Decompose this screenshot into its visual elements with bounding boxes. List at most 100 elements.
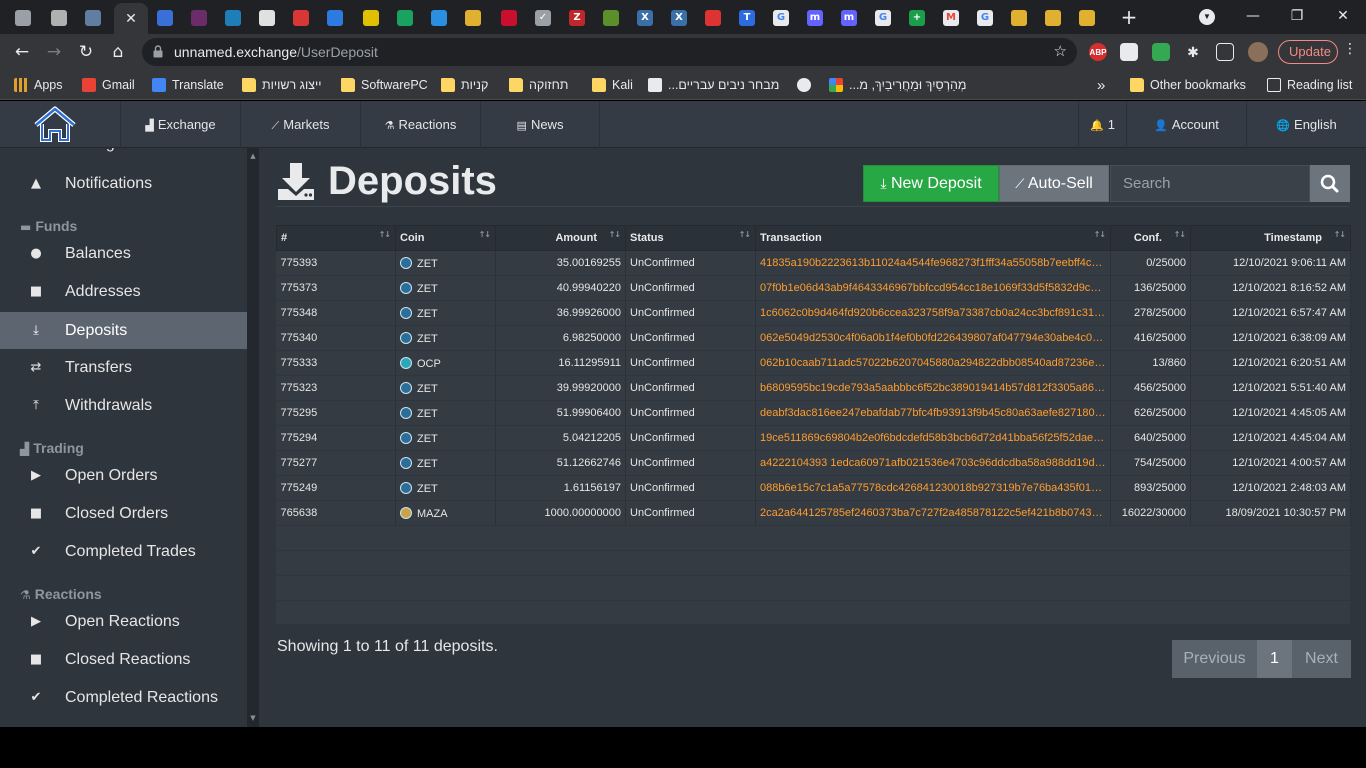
browser-tab[interactable] [1006, 5, 1032, 31]
update-button[interactable]: Update [1278, 40, 1338, 64]
table-row[interactable]: 775373 ZET 40.99940220 UnConfirmed 07f0b1e06… [276, 275, 1351, 301]
sidebar-item-completed-reactions[interactable]: ✔ Completed Reactions [0, 679, 247, 716]
sidebar-item-notifications[interactable]: ▲ Notifications [0, 165, 247, 202]
forward-icon[interactable]: → [42, 40, 66, 64]
bookmark-grid[interactable]: ...מְהַרְסַיִךְ וּמַחֲרִיבַיִךְ, מ [829, 76, 967, 94]
reload-icon[interactable]: ↻ [74, 40, 98, 64]
table-row[interactable]: 775323 ZET 39.99920000 UnConfirmed b6809595b… [276, 375, 1351, 401]
mail-check-icon[interactable] [1152, 43, 1170, 61]
sidebar-item-open-reactions[interactable]: ▶ Open Reactions [0, 603, 247, 640]
browser-tab[interactable]: Z [564, 5, 590, 31]
nav-account[interactable]: 👤 Account [1126, 101, 1246, 148]
browser-tab[interactable]: M [938, 5, 964, 31]
tab-search-icon[interactable]: ▼ [1199, 9, 1215, 25]
sidebar-scrollbar[interactable]: ▲ ▼ [247, 148, 259, 727]
sidebar-item-addresses[interactable]: ■ Addresses [0, 273, 247, 310]
sidebar-item-withdrawals[interactable]: ⤒ Withdrawals [0, 387, 247, 424]
browser-tab[interactable] [460, 5, 486, 31]
profile-avatar[interactable] [1248, 42, 1268, 62]
browser-tab[interactable]: ✕ [114, 3, 148, 34]
table-row[interactable]: 775294 ZET 5.04212205 UnConfirmed 19ce511869… [276, 425, 1351, 451]
browser-tab[interactable] [598, 5, 624, 31]
table-row[interactable]: 775348 ZET 36.99926000 UnConfirmed 1c6062c0b… [276, 300, 1351, 326]
cell-transaction-link[interactable]: 088b6e15c7c1a5a77578cdc426841230018b9273… [755, 475, 1111, 501]
sidebar-item-settings[interactable]: ⚙Settings [0, 148, 247, 158]
maximize-button[interactable]: ❐ [1274, 4, 1320, 28]
browser-tab[interactable] [358, 5, 384, 31]
bookmark-folder-4[interactable]: תחזוקה [509, 76, 568, 94]
col-id[interactable]: # ↑↓ [276, 225, 396, 251]
home-icon[interactable]: ⌂ [106, 40, 130, 64]
cell-transaction-link[interactable]: 062b10caab711adc57022b6207045880a294822d… [755, 350, 1111, 376]
pager-next[interactable]: Next [1292, 640, 1351, 678]
browser-tab[interactable] [392, 5, 418, 31]
browser-tab[interactable] [152, 5, 178, 31]
browser-tab[interactable]: m [836, 5, 862, 31]
browser-tab[interactable]: X [666, 5, 692, 31]
bookmark-folder-softwarepc[interactable]: SoftwarePC [341, 76, 428, 94]
home-logo-icon[interactable] [30, 105, 80, 145]
nav-reactions[interactable]: ⚗ Reactions [360, 101, 480, 148]
sidebar-item-open-orders[interactable]: ▶ Open Orders [0, 457, 247, 494]
browser-tab[interactable] [10, 5, 36, 31]
bookmark-translate[interactable]: Translate [152, 76, 224, 94]
browser-tab[interactable] [46, 5, 72, 31]
sidebar-item-transfers[interactable]: ⇄ Transfers [0, 349, 247, 386]
nav-language[interactable]: 🌐 English [1246, 101, 1366, 148]
sidebar-item-closed-reactions[interactable]: ■ Closed Reactions [0, 641, 247, 678]
nav-markets[interactable]: ⟋ Markets [240, 101, 360, 148]
bookmark-folder-3[interactable]: קניות [441, 76, 488, 94]
browser-tab[interactable]: G [870, 5, 896, 31]
nav-exchange[interactable]: ▟ Exchange [120, 101, 240, 148]
other-bookmarks[interactable]: Other bookmarks [1130, 76, 1246, 94]
sidebar-item-balances[interactable]: ● Balances [0, 235, 247, 272]
pager-page-1[interactable]: 1 [1257, 640, 1292, 678]
back-icon[interactable]: ← [10, 40, 34, 64]
bookmark-folder-1[interactable]: ייצוג רשויות [242, 76, 322, 94]
table-row[interactable]: 775333 OCP 16.11295911 UnConfirmed 062b10caa… [276, 350, 1351, 376]
table-row[interactable]: 775249 ZET 1.61156197 UnConfirmed 088b6e15c7… [276, 475, 1351, 501]
new-tab-button[interactable]: + [1117, 5, 1141, 29]
reading-list[interactable]: Reading list [1267, 76, 1352, 94]
browser-tab[interactable] [288, 5, 314, 31]
table-row[interactable]: 775295 ZET 51.99906400 UnConfirmed deabf3dac… [276, 400, 1351, 426]
browser-tab[interactable] [322, 5, 348, 31]
cell-transaction-link[interactable]: b6809595bc19cde793a5aabbbc6f52bc38901941… [755, 375, 1111, 401]
browser-tab[interactable] [254, 5, 280, 31]
browser-tab[interactable] [700, 5, 726, 31]
browser-tab[interactable] [496, 5, 522, 31]
nav-notifications[interactable]: 🔔 1 [1078, 101, 1126, 148]
cell-transaction-link[interactable]: 41835a190b2223613b11024a4544fe968273f1ff… [755, 250, 1111, 276]
cell-transaction-link[interactable]: a4222104393 1edca60971afb021536e4703c96d… [755, 450, 1111, 476]
browser-tab[interactable]: G [972, 5, 998, 31]
extensions-puzzle-icon[interactable]: ✱ [1184, 43, 1202, 61]
col-coin[interactable]: Coin ↑↓ [395, 225, 496, 251]
col-conf[interactable]: Conf. ↑↓ [1110, 225, 1191, 251]
bookmark-folder-kali[interactable]: Kali [592, 76, 633, 94]
col-amount[interactable]: Amount ↑↓ [495, 225, 626, 251]
browser-tab[interactable]: X [632, 5, 658, 31]
bookmark-doc[interactable]: ...מבחר ניבים עבריים [648, 76, 779, 94]
bookmark-apps[interactable]: Apps [14, 76, 63, 94]
cast-icon[interactable] [1216, 43, 1234, 61]
search-button[interactable] [1310, 165, 1350, 202]
minimize-button[interactable]: — [1230, 4, 1276, 28]
auto-sell-button[interactable]: ⟋ Auto-Sell [999, 165, 1109, 202]
browser-tab[interactable]: m [802, 5, 828, 31]
cell-transaction-link[interactable]: deabf3dac816ee247ebafdab77bfc4fb93913f9b… [755, 400, 1111, 426]
browser-tab[interactable]: G [768, 5, 794, 31]
sidebar-item-deposits[interactable]: ⤓ Deposits [0, 312, 247, 349]
sidebar-item-closed-orders[interactable]: ■ Closed Orders [0, 495, 247, 532]
window-close-button[interactable]: ✕ [1320, 4, 1366, 28]
browser-tab[interactable] [220, 5, 246, 31]
browser-tab[interactable]: ✓ [530, 5, 556, 31]
col-timestamp[interactable]: Timestamp ↑↓ [1190, 225, 1351, 251]
cell-transaction-link[interactable]: 2ca2a644125785ef2460373ba7c727f2a4858781… [755, 500, 1111, 526]
col-status[interactable]: Status ↑↓ [625, 225, 756, 251]
table-row[interactable]: 775277 ZET 51.12662746 UnConfirmed a42221043… [276, 450, 1351, 476]
nav-news[interactable]: ▤ News [480, 101, 600, 148]
address-bar[interactable]: unnamed.exchange/UserDeposit ☆ [142, 38, 1077, 66]
search-input[interactable]: Search [1110, 165, 1310, 202]
table-row[interactable]: 775340 ZET 6.98250000 UnConfirmed 062e5049d2… [276, 325, 1351, 351]
browser-tab[interactable]: T [734, 5, 760, 31]
